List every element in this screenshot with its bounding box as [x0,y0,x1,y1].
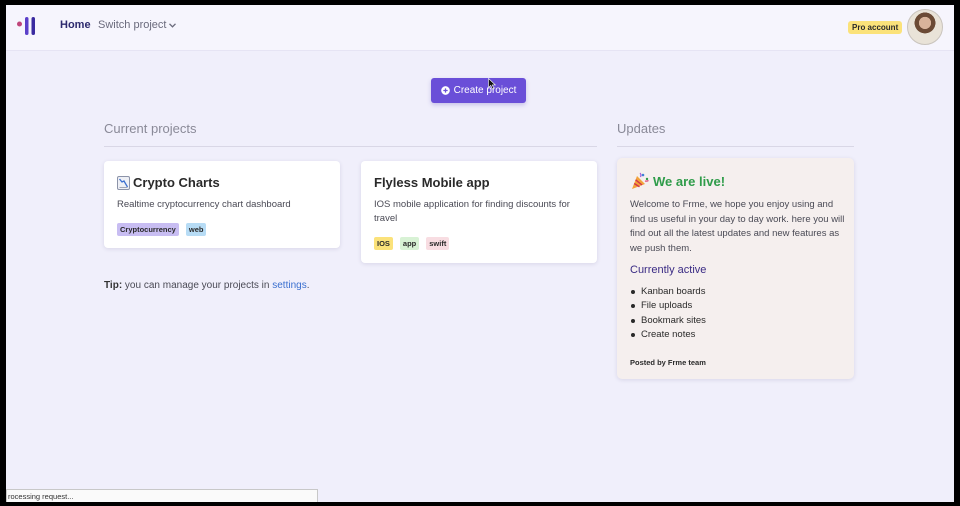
switch-project-label: Switch project [98,19,167,31]
update-body: Welcome to Frme, we hope you enjoy using… [630,199,845,254]
project-card-crypto-charts[interactable]: Crypto Charts Realtime cryptocurrency ch… [104,161,340,248]
project-title: Flyless Mobile app [374,175,490,190]
mouse-cursor-icon [488,78,496,90]
list-item: File uploads [630,299,706,313]
update-post-card: We are live! Welcome to Frme, we hope yo… [617,158,854,379]
browser-status-bar: rocessing request... [6,489,318,502]
feature-list: Kanban boards File uploads Bookmark site… [630,285,706,343]
updates-heading: Updates [617,121,666,136]
app-window: Home Switch project Pro account Create p… [6,5,954,502]
update-author: Posted by Frme team [630,358,706,367]
party-popper-icon [632,172,649,189]
tag-cryptocurrency[interactable]: Cryptocurrency [117,223,179,236]
currently-active-heading: Currently active [630,264,707,276]
tip-label: Tip: [104,280,123,291]
current-projects-heading: Current projects [104,121,197,136]
project-tags: IOS app swift [374,237,450,250]
list-item: Create notes [630,328,706,342]
update-headline-text: We are live! [653,173,726,189]
project-tags: Cryptocurrency web [117,223,207,236]
tag-ios[interactable]: IOS [374,237,393,250]
tip-end: . [306,280,310,291]
project-description: Realtime cryptocurrency chart dashboard [117,199,291,210]
project-name: Flyless Mobile app [374,175,490,190]
user-avatar[interactable] [907,9,943,45]
plus-circle-icon [440,86,450,95]
project-card-flyless-mobile-app[interactable]: Flyless Mobile app IOS mobile applicatio… [361,161,597,263]
project-name: Crypto Charts [133,175,220,190]
update-headline: We are live! [630,171,725,191]
tip-body: you can manage your projects in [122,280,273,291]
tag-web[interactable]: web [185,223,207,236]
project-description: IOS mobile application for finding disco… [374,199,570,224]
create-project-button[interactable]: Create project [431,78,526,103]
tip-text: Tip: you can manage your projects in set… [104,280,310,291]
nav-home-link[interactable]: Home [60,19,91,31]
create-project-label: Create project [453,85,517,96]
updates-divider [617,146,854,147]
project-title: Crypto Charts [117,175,220,190]
chart-icon [117,175,130,190]
switch-project-dropdown[interactable]: Switch project [98,19,177,31]
list-item: Kanban boards [630,285,706,299]
current-projects-divider [104,146,597,147]
settings-link[interactable]: settings [272,280,306,291]
top-navbar: Home Switch project Pro account [6,5,954,51]
chevron-down-icon [169,22,177,28]
tag-app[interactable]: app [399,237,420,250]
list-item: Bookmark sites [630,314,706,328]
app-logo[interactable] [16,15,38,37]
pro-account-badge[interactable]: Pro account [848,21,903,34]
tag-swift[interactable]: swift [426,237,450,250]
